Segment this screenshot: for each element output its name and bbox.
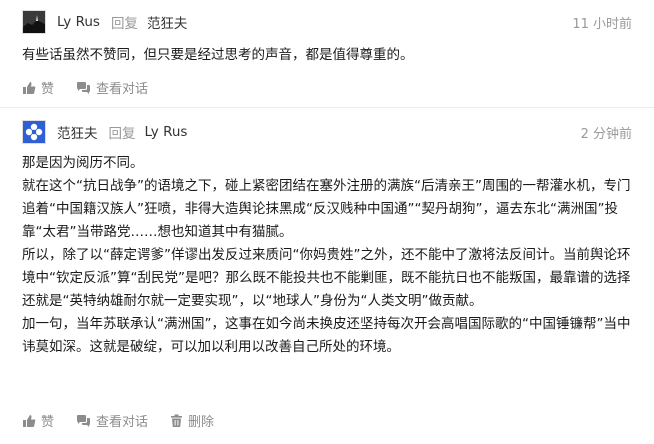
like-label: 赞 — [41, 82, 55, 97]
thumbs-up-icon — [23, 81, 36, 94]
like-button[interactable]: 赞 — [22, 411, 54, 430]
comment-time: 2 分钟前 — [580, 126, 632, 142]
comment-author[interactable]: Ly Rus — [57, 14, 100, 30]
comment-actions: 赞 查看对话 删除 — [22, 411, 236, 430]
comment-paragraph: 加一句，当年苏联承认“满洲国”，这事在如今尚未换皮还坚持每次开会高唱国际歌的“中… — [22, 316, 631, 355]
view-thread-button[interactable]: 查看对话 — [76, 411, 148, 430]
comment-item: Ly Rus 回复 范狂夫 11 小时前 有些话虽然不赞同，但只要是经过思考的声… — [0, 0, 654, 108]
comment-header: Ly Rus 回复 范狂夫 11 小时前 — [22, 7, 632, 37]
view-thread-button[interactable]: 查看对话 — [76, 78, 148, 97]
reply-to-user[interactable]: 范狂夫 — [147, 12, 188, 32]
like-button[interactable]: 赞 — [22, 78, 54, 97]
comment-actions: 赞 查看对话 — [22, 78, 170, 97]
silhouette-landscape-icon — [23, 11, 45, 33]
comment-header: 范狂夫 回复 Ly Rus 2 分钟前 — [22, 117, 632, 147]
speech-bubbles-icon — [77, 414, 91, 427]
like-label: 赞 — [41, 415, 55, 430]
view-thread-label: 查看对话 — [96, 82, 149, 97]
comment-author[interactable]: 范狂夫 — [57, 122, 98, 142]
reply-label: 回复 — [110, 16, 138, 32]
comment-paragraph: 那是因为阅历不同。 — [22, 155, 144, 171]
reply-label: 回复 — [108, 126, 136, 142]
comment-body: 有些话虽然不赞同，但只要是经过思考的声音，都是值得尊重的。 — [22, 44, 632, 67]
thumbs-up-icon — [23, 414, 36, 427]
speech-bubbles-icon — [77, 81, 91, 94]
view-thread-label: 查看对话 — [96, 415, 149, 430]
comment-paragraph: 所以，除了以“薛定谔爹”佯谬出发反过来质问“你妈贵姓”之外，还不能中了激将法反间… — [22, 247, 631, 309]
avatar[interactable] — [22, 10, 46, 34]
comment-item: 范狂夫 回复 Ly Rus 2 分钟前 那是因为阅历不同。 就在这个“抗日战争”… — [0, 108, 654, 444]
trash-icon — [171, 414, 183, 427]
comment-paragraph: 就在这个“抗日战争”的语境之下，碰上紧密团结在塞外注册的满族“后清亲王”周围的一… — [22, 178, 631, 240]
avatar[interactable] — [22, 120, 46, 144]
blue-flower-icon — [23, 121, 45, 143]
delete-label: 删除 — [188, 415, 215, 430]
reply-to-user[interactable]: Ly Rus — [145, 124, 188, 140]
comment-time: 11 小时前 — [572, 16, 632, 32]
delete-button[interactable]: 删除 — [170, 411, 214, 430]
comment-body: 那是因为阅历不同。 就在这个“抗日战争”的语境之下，碰上紧密团结在塞外注册的满族… — [22, 152, 632, 359]
comment-paragraph: 有些话虽然不赞同，但只要是经过思考的声音，都是值得尊重的。 — [22, 47, 414, 63]
